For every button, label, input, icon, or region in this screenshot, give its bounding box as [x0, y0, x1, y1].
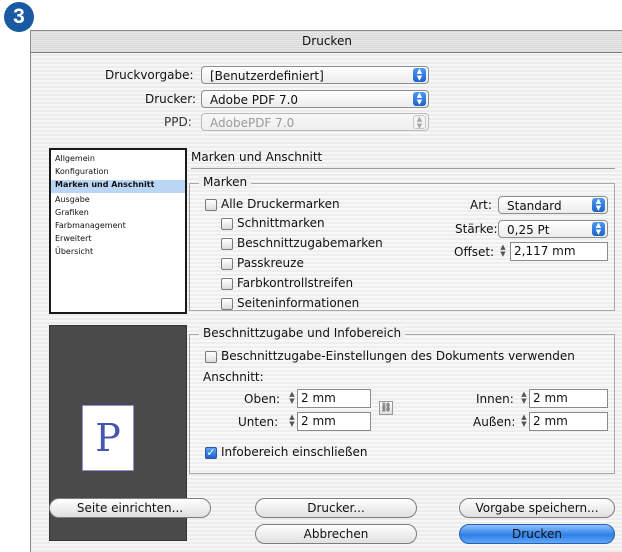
staerke-label: Stärke: [455, 222, 498, 236]
category-list[interactable]: Allgemein Konfiguration Marken und Ansch… [49, 148, 187, 314]
window-title: Drucken [31, 31, 622, 53]
list-item-uebersicht[interactable]: Übersicht [55, 247, 93, 256]
unten-stepper-icon[interactable]: ▲ ▼ [287, 414, 297, 428]
schnittmarken-label: Schnittmarken [237, 216, 325, 230]
dokument-einstellungen-checkbox[interactable] [205, 351, 217, 363]
step-number-badge: 3 [4, 2, 34, 32]
art-label: Art: [470, 198, 492, 212]
aussen-stepper-icon[interactable]: ▲ ▼ [519, 414, 529, 428]
infobereich-label: Infobereich einschließen [221, 445, 368, 459]
marken-group-title: Marken [199, 175, 252, 189]
drucken-button[interactable]: Drucken [459, 524, 615, 544]
ppd-label: PPD: [164, 115, 192, 129]
seiteninformationen-label: Seiteninformationen [237, 296, 360, 310]
popup-arrows-icon: ▲ ▼ [413, 68, 426, 82]
innen-input[interactable]: 2 mm [529, 389, 608, 408]
druckvorgabe-value: [Benutzerdefiniert] [210, 69, 324, 83]
drucker-button[interactable]: Drucker... [255, 498, 417, 518]
abbrechen-button[interactable]: Abbrechen [255, 524, 417, 544]
farbkontrollstreifen-label: Farbkontrollstreifen [237, 276, 354, 290]
aussen-input[interactable]: 2 mm [529, 412, 608, 431]
oben-input[interactable]: 2 mm [297, 389, 371, 408]
seite-einrichten-button[interactable]: Seite einrichten... [49, 498, 211, 518]
section-divider [191, 168, 615, 169]
infobereich-checkbox[interactable]: ✓ [205, 447, 217, 459]
seiteninformationen-checkbox[interactable] [221, 298, 233, 310]
alle-druckermarken-checkbox[interactable] [205, 199, 217, 211]
link-chain-icon[interactable]: ⛓ [379, 401, 393, 415]
beschnittzugabemarken-label: Beschnittzugabemarken [237, 236, 383, 250]
list-item-konfiguration[interactable]: Konfiguration [55, 167, 109, 176]
print-dialog: Drucken Druckvorgabe: [Benutzerdefiniert… [30, 30, 622, 552]
aussen-label: Außen: [473, 415, 516, 429]
list-item-erweitert[interactable]: Erweitert [55, 234, 92, 243]
beschnittzugabemarken-checkbox[interactable] [221, 238, 233, 250]
list-item-ausgabe[interactable]: Ausgabe [55, 195, 90, 204]
section-title: Marken und Anschnitt [191, 150, 323, 164]
offset-label: Offset: [454, 245, 495, 259]
art-select[interactable]: Standard ▲ ▼ [498, 196, 608, 214]
druckvorgabe-label: Druckvorgabe: [105, 68, 194, 82]
staerke-value: 0,25 Pt [507, 223, 550, 237]
art-value: Standard [507, 199, 562, 213]
innen-stepper-icon[interactable]: ▲ ▼ [519, 391, 529, 405]
anschnitt-group-title: Beschnittzugabe und Infobereich [199, 326, 406, 340]
preview-page: P [82, 405, 134, 471]
drucker-value: Adobe PDF 7.0 [210, 93, 299, 107]
list-item-farbmanagement[interactable]: Farbmanagement [55, 221, 126, 230]
popup-arrows-icon: ▲ ▼ [592, 222, 605, 236]
popup-arrows-icon: ▲ ▼ [592, 198, 605, 212]
vorgabe-speichern-button[interactable]: Vorgabe speichern... [459, 498, 615, 518]
oben-stepper-icon[interactable]: ▲ ▼ [287, 391, 297, 405]
innen-label: Innen: [476, 392, 514, 406]
staerke-select[interactable]: 0,25 Pt ▲ ▼ [498, 220, 608, 238]
druckvorgabe-select[interactable]: [Benutzerdefiniert] ▲ ▼ [201, 66, 429, 84]
anschnitt-label: Anschnitt: [203, 370, 264, 384]
alle-druckermarken-label: Alle Druckermarken [221, 197, 340, 211]
offset-stepper-icon[interactable]: ▲ ▼ [498, 244, 508, 258]
list-item-grafiken[interactable]: Grafiken [55, 208, 89, 217]
list-item-marken-und-anschnitt[interactable]: Marken und Anschnitt [51, 180, 185, 193]
drucker-label: Drucker: [145, 92, 197, 106]
oben-label: Oben: [244, 392, 281, 406]
passkreuze-label: Passkreuze [237, 256, 304, 270]
drucker-select[interactable]: Adobe PDF 7.0 ▲ ▼ [201, 90, 429, 108]
dokument-einstellungen-label: Beschnittzugabe-Einstellungen des Dokume… [221, 349, 575, 363]
passkreuze-checkbox[interactable] [221, 258, 233, 270]
unten-input[interactable]: 2 mm [297, 412, 371, 431]
farbkontrollstreifen-checkbox[interactable] [221, 278, 233, 290]
schnittmarken-checkbox[interactable] [221, 218, 233, 230]
unten-label: Unten: [238, 415, 279, 429]
popup-arrows-icon: ▲ ▼ [413, 115, 426, 130]
list-item-allgemein[interactable]: Allgemein [55, 154, 95, 163]
ppd-value: AdobePDF 7.0 [210, 116, 295, 130]
ppd-select: AdobePDF 7.0 ▲ ▼ [201, 113, 429, 131]
offset-input[interactable]: 2,117 mm [510, 242, 608, 261]
popup-arrows-icon: ▲ ▼ [413, 92, 426, 106]
